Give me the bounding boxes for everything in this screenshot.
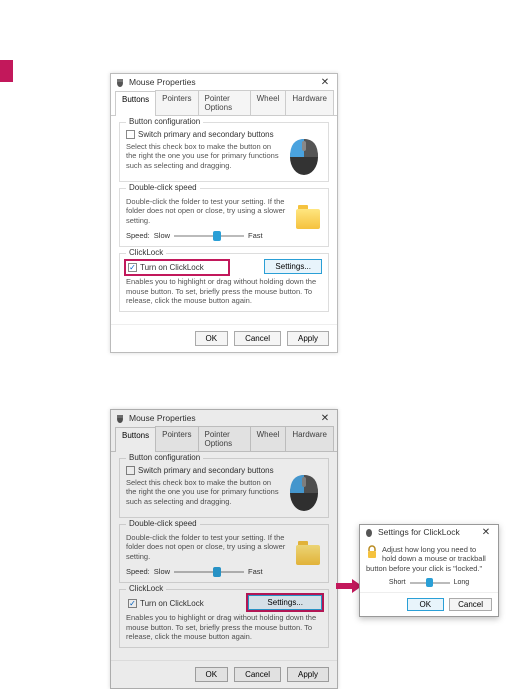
tab-hardware[interactable]: Hardware (285, 426, 334, 451)
tab-pointers[interactable]: Pointers (155, 426, 198, 451)
slider-thumb[interactable] (213, 231, 221, 241)
label-short: Short (389, 579, 406, 586)
tab-buttons[interactable]: Buttons (115, 427, 156, 452)
label-clicklock: Turn on ClickLock (140, 263, 204, 272)
label-fast: Fast (248, 231, 263, 240)
checkbox-switch-buttons[interactable] (126, 130, 135, 139)
group-doubleclick: Double-click speed Double-click the fold… (119, 524, 329, 583)
clicklock-settings-popup: Settings for ClickLock ✕ Adjust how long… (359, 524, 499, 617)
tab-strip: Buttons Pointers Pointer Options Wheel H… (111, 90, 337, 116)
slider-thumb[interactable] (426, 578, 433, 587)
mouse-illustration (286, 465, 322, 513)
label-clicklock: Turn on ClickLock (140, 599, 204, 608)
close-icon[interactable]: ✕ (317, 411, 333, 425)
desc-doubleclick: Double-click the folder to test your set… (126, 533, 286, 561)
legend-doubleclick: Double-click speed (126, 519, 200, 528)
label-fast: Fast (248, 567, 263, 576)
folder-icon[interactable] (296, 209, 320, 229)
clicklock-slider[interactable] (410, 582, 450, 584)
checkbox-clicklock[interactable]: ✓ (128, 599, 137, 608)
tab-pointer-options[interactable]: Pointer Options (198, 426, 251, 451)
apply-button[interactable]: Apply (287, 667, 329, 682)
mouse-icon (115, 77, 125, 87)
folder-icon[interactable] (296, 545, 320, 565)
dialog-title: Mouse Properties (129, 413, 196, 423)
cancel-button[interactable]: Cancel (234, 667, 281, 682)
group-clicklock: ClickLock ✓ Turn on ClickLock Settings..… (119, 589, 329, 648)
checkbox-clicklock[interactable]: ✓ (128, 263, 137, 272)
cancel-button[interactable]: Cancel (234, 331, 281, 346)
dialog-title: Mouse Properties (129, 77, 196, 87)
close-icon[interactable]: ✕ (478, 525, 494, 539)
label-long: Long (454, 579, 470, 586)
desc-button-config: Select this check box to make the button… (126, 142, 280, 170)
slider-thumb[interactable] (213, 567, 221, 577)
mouse-properties-dialog: Mouse Properties ✕ Buttons Pointers Poin… (110, 73, 338, 353)
label-switch-buttons: Switch primary and secondary buttons (138, 466, 274, 475)
popup-desc: Adjust how long you need to hold down a … (366, 545, 492, 573)
tab-strip: Buttons Pointers Pointer Options Wheel H… (111, 426, 337, 452)
desc-clicklock: Enables you to highlight or drag without… (126, 613, 322, 641)
mouse-icon (364, 527, 374, 537)
label-switch-buttons: Switch primary and secondary buttons (138, 130, 274, 139)
close-icon[interactable]: ✕ (317, 75, 333, 89)
label-speed: Speed: (126, 231, 150, 240)
tab-wheel[interactable]: Wheel (250, 90, 287, 115)
tab-buttons[interactable]: Buttons (115, 91, 156, 116)
ok-button[interactable]: OK (407, 598, 445, 611)
padlock-icon (366, 545, 378, 559)
legend-clicklock: ClickLock (126, 584, 166, 593)
tab-pointers[interactable]: Pointers (155, 90, 198, 115)
legend-button-config: Button configuration (126, 117, 203, 126)
mouse-properties-dialog-2: Mouse Properties ✕ Buttons Pointers Poin… (110, 409, 338, 689)
legend-doubleclick: Double-click speed (126, 183, 200, 192)
titlebar: Mouse Properties ✕ (111, 74, 337, 90)
group-button-config: Button configuration Switch primary and … (119, 458, 329, 518)
tab-pointer-options[interactable]: Pointer Options (198, 90, 251, 115)
titlebar: Mouse Properties ✕ (111, 410, 337, 426)
speed-slider[interactable] (174, 571, 244, 573)
legend-button-config: Button configuration (126, 453, 203, 462)
label-speed: Speed: (126, 567, 150, 576)
speed-slider[interactable] (174, 235, 244, 237)
popup-titlebar: Settings for ClickLock ✕ (360, 525, 498, 539)
mouse-icon (115, 413, 125, 423)
label-slow: Slow (154, 567, 170, 576)
tab-wheel[interactable]: Wheel (250, 426, 287, 451)
apply-button[interactable]: Apply (287, 331, 329, 346)
group-doubleclick: Double-click speed Double-click the fold… (119, 188, 329, 247)
desc-doubleclick: Double-click the folder to test your set… (126, 197, 286, 225)
legend-clicklock: ClickLock (126, 248, 166, 257)
page-marker (0, 60, 13, 82)
checkbox-switch-buttons[interactable] (126, 466, 135, 475)
popup-title: Settings for ClickLock (378, 527, 460, 537)
settings-button[interactable]: Settings... (248, 595, 322, 610)
desc-clicklock: Enables you to highlight or drag without… (126, 277, 322, 305)
cancel-button[interactable]: Cancel (449, 598, 492, 611)
tab-hardware[interactable]: Hardware (285, 90, 334, 115)
group-clicklock: ClickLock ✓ Turn on ClickLock Settings..… (119, 253, 329, 312)
ok-button[interactable]: OK (195, 667, 229, 682)
ok-button[interactable]: OK (195, 331, 229, 346)
settings-button[interactable]: Settings... (264, 259, 322, 274)
desc-button-config: Select this check box to make the button… (126, 478, 280, 506)
label-slow: Slow (154, 231, 170, 240)
mouse-illustration (286, 129, 322, 177)
group-button-config: Button configuration Switch primary and … (119, 122, 329, 182)
